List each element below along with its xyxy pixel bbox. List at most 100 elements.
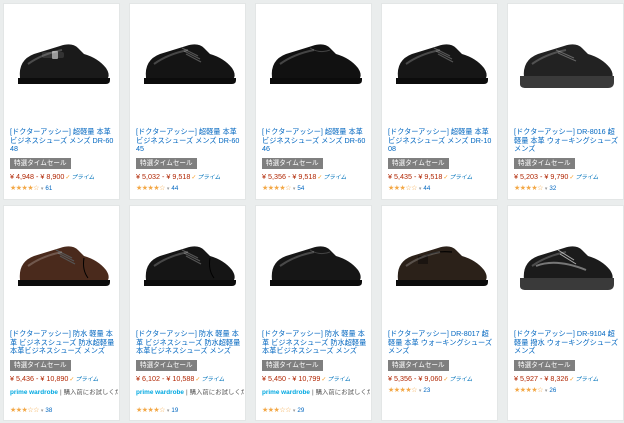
rating-row: ★★★★☆ ▾ 32	[514, 184, 556, 192]
prime-badge: プライム	[569, 175, 598, 181]
review-count[interactable]: 19	[171, 407, 178, 414]
star-rating-icon[interactable]: ★★★☆☆	[10, 407, 39, 414]
product-card[interactable]: [ドクターアッシー] 防水 軽量 本革 ビジネスシューズ 防水超軽量本革ビジネス…	[255, 205, 372, 421]
star-rating-icon[interactable]: ★★★★☆	[262, 185, 291, 192]
price-row: ¥ 6,102 - ¥ 10,588プライム	[136, 374, 224, 383]
prime-wardrobe-logo[interactable]: prime wardrobe	[262, 389, 310, 396]
review-count[interactable]: 38	[45, 407, 52, 414]
review-count[interactable]: 29	[297, 407, 304, 414]
product-title[interactable]: [ドクターアッシー] DR-8016 超軽量 本革 ウォーキングシューズ メンズ	[514, 127, 619, 154]
product-card[interactable]: [ドクターアッシー] 超軽量 本革 ビジネスシューズ メンズ DR-6048 特選…	[3, 3, 120, 200]
star-rating-icon[interactable]: ★★★★☆	[514, 185, 543, 192]
product-title[interactable]: [ドクターアッシー] 超軽量 本革 ビジネスシューズ メンズ DR-1008	[388, 127, 493, 154]
product-grid: [ドクターアッシー] 超軽量 本革 ビジネスシューズ メンズ DR-6048 特選…	[0, 0, 624, 423]
shoe-image[interactable]	[12, 18, 112, 102]
price-range: ¥ 5,356 - ¥ 9,518	[262, 172, 317, 181]
product-image-area[interactable]	[382, 206, 497, 318]
chevron-down-icon[interactable]: ▾	[167, 186, 170, 192]
product-title[interactable]: [ドクターアッシー] 超軽量 本革 ビジネスシューズ メンズ DR-6045	[136, 127, 241, 154]
product-image-area[interactable]	[256, 206, 371, 318]
product-image-area[interactable]	[256, 4, 371, 116]
star-rating-icon[interactable]: ★★★★☆	[136, 407, 165, 414]
prime-badge: プライム	[321, 377, 350, 383]
prime-wardrobe-logo[interactable]: prime wardrobe	[10, 389, 58, 396]
product-image-area[interactable]	[508, 206, 623, 318]
product-card[interactable]: [ドクターアッシー] 超軽量 本革 ビジネスシューズ メンズ DR-1008 特選…	[381, 3, 498, 200]
shoe-image[interactable]	[516, 18, 616, 102]
review-count[interactable]: 54	[297, 185, 304, 192]
product-title[interactable]: [ドクターアッシー] DR-9104 超軽量 撥水 ウォーキングシューズ メンズ	[514, 329, 619, 356]
product-image-area[interactable]	[4, 4, 119, 116]
shoe-image[interactable]	[138, 220, 238, 304]
star-rating-icon[interactable]: ★★★★☆	[388, 387, 417, 394]
chevron-down-icon[interactable]: ▾	[293, 408, 296, 414]
review-count[interactable]: 23	[423, 387, 430, 394]
prime-wardrobe-row: prime wardrobe|購入前にお試しください。	[262, 389, 370, 397]
shoe-image[interactable]	[264, 18, 364, 102]
product-image-area[interactable]	[130, 206, 245, 318]
prime-wardrobe-note: 購入前にお試しください。	[315, 389, 370, 396]
product-title[interactable]: [ドクターアッシー] DR-8017 超軽量 本革 ウォーキングシューズ メンズ	[388, 329, 493, 356]
rating-row: ★★★☆☆ ▾ 29	[262, 406, 304, 414]
product-card[interactable]: [ドクターアッシー] DR-8016 超軽量 本革 ウォーキングシューズ メンズ…	[507, 3, 624, 200]
product-image-area[interactable]	[382, 4, 497, 116]
rating-row: ★★★★☆ ▾ 19	[136, 406, 178, 414]
product-title[interactable]: [ドクターアッシー] 超軽量 本革 ビジネスシューズ メンズ DR-6048	[10, 127, 115, 154]
product-image-area[interactable]	[4, 206, 119, 318]
price-row: ¥ 5,435 - ¥ 9,518プライム	[388, 172, 472, 181]
star-rating-icon[interactable]: ★★★☆☆	[262, 407, 291, 414]
chevron-down-icon[interactable]: ▾	[167, 408, 170, 414]
deal-badge: 特選タイムセール	[262, 360, 323, 371]
product-image-area[interactable]	[130, 4, 245, 116]
deal-badge: 特選タイムセール	[514, 158, 575, 169]
star-rating-icon[interactable]: ★★★☆☆	[388, 185, 417, 192]
shoe-image[interactable]	[264, 220, 364, 304]
prime-wardrobe-note: 購入前にお試しください。	[189, 389, 244, 396]
price-row: ¥ 4,948 - ¥ 8,900プライム	[10, 172, 94, 181]
price-range: ¥ 5,435 - ¥ 9,518	[388, 172, 443, 181]
chevron-down-icon[interactable]: ▾	[41, 408, 44, 414]
review-count[interactable]: 26	[549, 387, 556, 394]
rating-row: ★★★★☆ ▾ 26	[514, 386, 556, 394]
rating-row: ★★★☆☆ ▾ 44	[388, 184, 430, 192]
star-rating-icon[interactable]: ★★★★☆	[10, 185, 39, 192]
product-title[interactable]: [ドクターアッシー] 防水 軽量 本革 ビジネスシューズ 防水超軽量本革ビジネス…	[10, 329, 115, 356]
prime-badge: プライム	[191, 175, 220, 181]
shoe-image[interactable]	[390, 18, 490, 102]
price-row: ¥ 5,356 - ¥ 9,518プライム	[262, 172, 346, 181]
product-card[interactable]: [ドクターアッシー] DR-8017 超軽量 本革 ウォーキングシューズ メンズ…	[381, 205, 498, 421]
star-rating-icon[interactable]: ★★★★☆	[136, 185, 165, 192]
review-count[interactable]: 44	[423, 185, 430, 192]
chevron-down-icon[interactable]: ▾	[545, 186, 548, 192]
price-row: ¥ 5,356 - ¥ 9,060プライム	[388, 374, 472, 383]
shoe-image[interactable]	[138, 18, 238, 102]
shoe-image[interactable]	[516, 220, 616, 304]
star-rating-icon[interactable]: ★★★★☆	[514, 387, 543, 394]
product-card[interactable]: [ドクターアッシー] 防水 軽量 本革 ビジネスシューズ 防水超軽量本革ビジネス…	[129, 205, 246, 421]
chevron-down-icon[interactable]: ▾	[545, 388, 548, 394]
review-count[interactable]: 44	[171, 185, 178, 192]
chevron-down-icon[interactable]: ▾	[41, 186, 44, 192]
product-card[interactable]: [ドクターアッシー] 超軽量 本革 ビジネスシューズ メンズ DR-6045 特選…	[129, 3, 246, 200]
product-title[interactable]: [ドクターアッシー] 超軽量 本革 ビジネスシューズ メンズ DR-6046	[262, 127, 367, 154]
price-range: ¥ 5,203 - ¥ 9,790	[514, 172, 569, 181]
chevron-down-icon[interactable]: ▾	[419, 186, 422, 192]
prime-wardrobe-logo[interactable]: prime wardrobe	[136, 389, 184, 396]
product-card[interactable]: [ドクターアッシー] 防水 軽量 本革 ビジネスシューズ 防水超軽量本革ビジネス…	[3, 205, 120, 421]
product-title[interactable]: [ドクターアッシー] 防水 軽量 本革 ビジネスシューズ 防水超軽量本革ビジネス…	[262, 329, 367, 356]
deal-badge: 特選タイムセール	[388, 158, 449, 169]
product-card[interactable]: [ドクターアッシー] DR-9104 超軽量 撥水 ウォーキングシューズ メンズ…	[507, 205, 624, 421]
prime-wardrobe-row: prime wardrobe|購入前にお試しください。	[136, 389, 244, 397]
prime-badge: プライム	[317, 175, 346, 181]
review-count[interactable]: 61	[45, 185, 52, 192]
review-count[interactable]: 32	[549, 185, 556, 192]
chevron-down-icon[interactable]: ▾	[419, 388, 422, 394]
product-card[interactable]: [ドクターアッシー] 超軽量 本革 ビジネスシューズ メンズ DR-6046 特選…	[255, 3, 372, 200]
chevron-down-icon[interactable]: ▾	[293, 186, 296, 192]
shoe-image[interactable]	[390, 220, 490, 304]
shoe-image[interactable]	[12, 220, 112, 304]
product-title[interactable]: [ドクターアッシー] 防水 軽量 本革 ビジネスシューズ 防水超軽量本革ビジネス…	[136, 329, 241, 356]
rating-row: ★★★★☆ ▾ 44	[136, 184, 178, 192]
prime-badge: プライム	[65, 175, 94, 181]
product-image-area[interactable]	[508, 4, 623, 116]
